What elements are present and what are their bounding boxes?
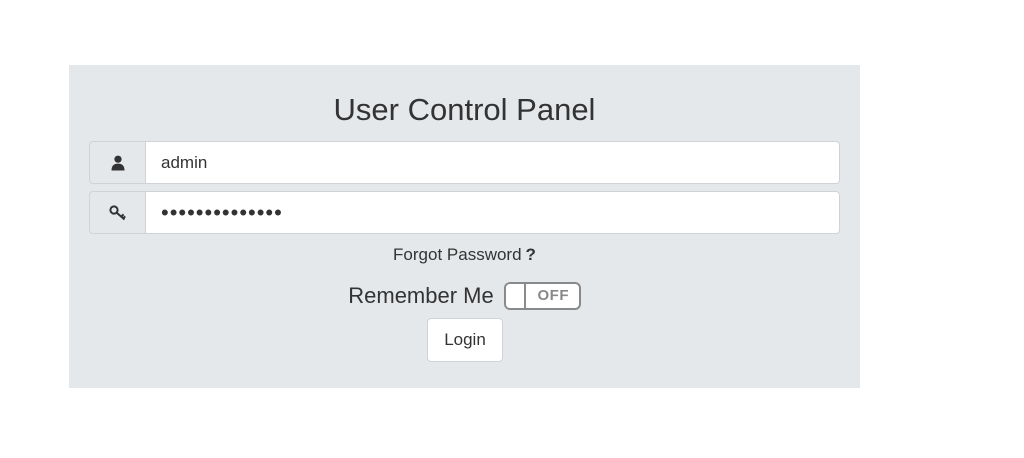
remember-me-toggle[interactable]: OFF — [503, 282, 581, 310]
panel-title: User Control Panel — [333, 92, 596, 127]
key-icon — [89, 191, 145, 234]
remember-me-row: Remember Me OFF — [69, 281, 860, 311]
password-group — [89, 191, 840, 234]
username-group — [89, 141, 840, 184]
forgot-password-label: Forgot Password — [393, 245, 522, 264]
toggle-knob — [505, 284, 526, 308]
login-button[interactable]: Login — [427, 318, 503, 362]
toggle-state-label: OFF — [537, 287, 569, 304]
login-panel: User Control Panel Forgot Password? Reme… — [69, 65, 860, 388]
question-icon: ? — [525, 245, 536, 264]
remember-me-label: Remember Me — [348, 283, 494, 308]
password-input[interactable] — [145, 191, 840, 234]
user-icon — [89, 141, 145, 184]
forgot-password-link[interactable]: Forgot Password? — [69, 243, 860, 267]
username-input[interactable] — [145, 141, 840, 184]
